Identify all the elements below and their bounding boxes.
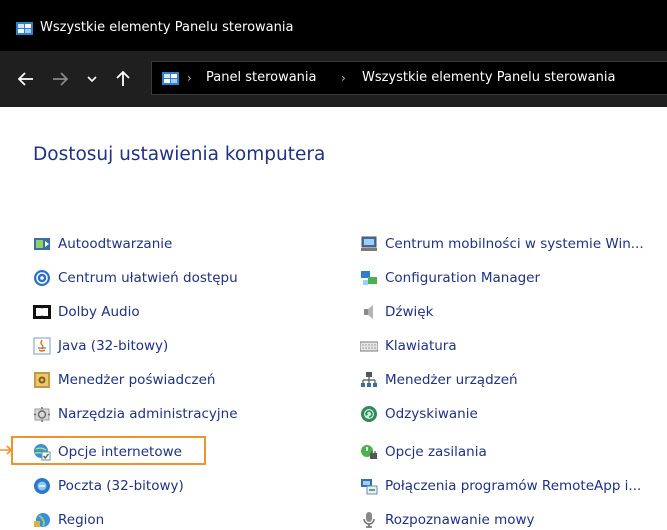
item-label: Klawiatura — [385, 337, 457, 354]
breadcrumb-panel-sterowania[interactable]: Panel sterowania — [206, 70, 317, 86]
keyboard-icon — [360, 337, 378, 355]
selection-highlight — [11, 436, 206, 465]
arrow-up-icon — [116, 71, 130, 86]
item-admin-tools[interactable]: Narzędzia administracyjne — [33, 401, 238, 426]
arrow-right-icon — [53, 72, 68, 86]
item-label: Narzędzia administracyjne — [58, 405, 238, 422]
item-label: Rozpoznawanie mowy — [385, 511, 535, 528]
recent-locations-button[interactable] — [82, 51, 102, 107]
ease-of-access-icon — [33, 269, 51, 287]
configuration-manager-icon — [360, 269, 378, 287]
item-java[interactable]: Java (32-bitowy) — [33, 333, 168, 358]
breadcrumb-separator: › — [187, 71, 192, 85]
navigation-bar: › Panel sterowania › Wszystkie elementy … — [0, 51, 667, 107]
item-configuration-manager[interactable]: Configuration Manager — [360, 265, 540, 290]
region-icon — [33, 511, 51, 529]
address-bar[interactable]: › Panel sterowania › Wszystkie elementy … — [151, 61, 667, 95]
item-ease-of-access[interactable]: Centrum ułatwień dostępu — [33, 265, 238, 290]
item-label: Połączenia programów RemoteApp i... — [385, 477, 642, 494]
forward-button[interactable] — [46, 51, 74, 107]
mail-icon — [33, 477, 51, 495]
item-region[interactable]: Region — [33, 507, 104, 530]
mobility-center-icon — [360, 235, 378, 253]
item-label: Dolby Audio — [58, 303, 140, 320]
item-speech-recognition[interactable]: Rozpoznawanie mowy — [360, 507, 535, 530]
item-device-manager[interactable]: Menedżer urządzeń — [360, 367, 518, 392]
remoteapp-icon — [360, 477, 378, 495]
power-options-icon — [360, 443, 378, 461]
up-button[interactable] — [110, 51, 136, 107]
credential-manager-icon — [33, 371, 51, 389]
item-mobility-center[interactable]: Centrum mobilności w systemie Win... — [360, 231, 644, 256]
recovery-icon — [360, 405, 378, 423]
autoplay-icon — [33, 235, 51, 253]
item-label: Region — [58, 511, 105, 528]
item-credential-manager[interactable]: Menedżer poświadczeń — [33, 367, 216, 392]
item-label: Poczta (32-bitowy) — [58, 477, 184, 494]
back-button[interactable] — [12, 51, 40, 107]
item-dolby-audio[interactable]: Dolby Audio — [33, 299, 140, 324]
item-label: Centrum ułatwień dostępu — [58, 269, 238, 286]
breadcrumb-separator: › — [341, 71, 346, 85]
item-recovery[interactable]: Odzyskiwanie — [360, 401, 478, 426]
item-label: Menedżer urządzeń — [385, 371, 518, 388]
control-panel-icon — [162, 72, 179, 85]
item-label: Menedżer poświadczeń — [58, 371, 216, 388]
chevron-down-icon — [87, 76, 97, 83]
arrow-left-icon — [18, 72, 33, 86]
sound-icon — [360, 303, 378, 321]
speech-recognition-icon — [360, 511, 378, 529]
item-label: Dźwięk — [385, 303, 434, 320]
item-label: Configuration Manager — [385, 269, 541, 286]
item-label: Java (32-bitowy) — [58, 337, 169, 354]
dolby-icon — [33, 303, 51, 321]
breadcrumb-all-items[interactable]: Wszystkie elementy Panelu sterowania — [362, 70, 615, 86]
title-bar: Wszystkie elementy Panelu sterowania — [0, 0, 667, 51]
item-label: Centrum mobilności w systemie Win... — [385, 235, 644, 252]
window-title: Wszystkie elementy Panelu sterowania — [40, 20, 294, 35]
item-power-options[interactable]: Opcje zasilania — [360, 439, 487, 464]
item-label: Odzyskiwanie — [385, 405, 478, 422]
item-label: Autoodtwarzanie — [58, 235, 173, 252]
page-heading: Dostosuj ustawienia komputera — [33, 144, 326, 165]
admin-tools-icon — [33, 405, 51, 423]
item-mail[interactable]: Poczta (32-bitowy) — [33, 473, 184, 498]
item-keyboard[interactable]: Klawiatura — [360, 333, 457, 358]
item-autoplay[interactable]: Autoodtwarzanie — [33, 231, 172, 256]
device-manager-icon — [360, 371, 378, 389]
java-icon — [33, 337, 51, 355]
pointer-arrow-icon — [0, 445, 12, 455]
control-panel-icon — [16, 22, 33, 35]
item-remoteapp[interactable]: Połączenia programów RemoteApp i... — [360, 473, 641, 498]
item-label: Opcje zasilania — [385, 443, 487, 460]
item-sound[interactable]: Dźwięk — [360, 299, 433, 324]
